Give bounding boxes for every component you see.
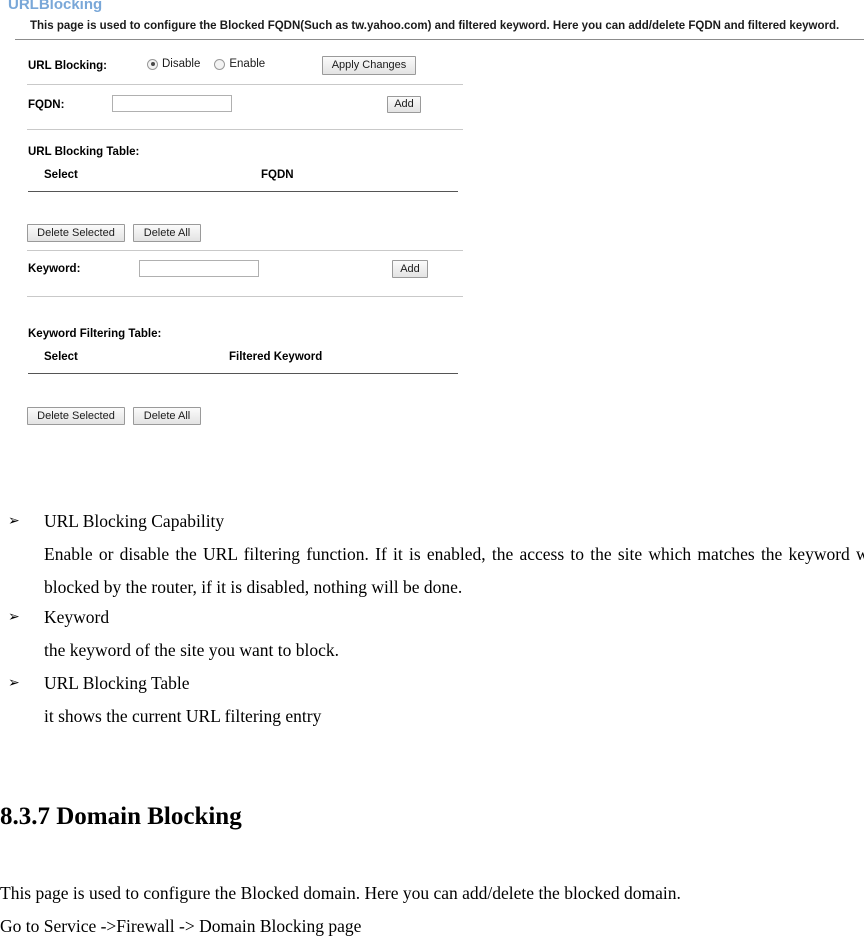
manual-bullet-2-title: Keyword [44, 607, 110, 627]
manual-bullet-2-text: the keyword of the site you want to bloc… [44, 640, 340, 660]
url-blocking-radio-group: Disable Enable [147, 58, 265, 70]
manual-bullet-3-title: URL Blocking Table [44, 673, 190, 693]
url-table-delete-selected-button[interactable]: Delete Selected [27, 224, 125, 242]
url-table-column-fqdn: FQDN [261, 169, 294, 181]
keyword-table-header-rule [28, 373, 458, 374]
radio-option-enable[interactable]: Enable [214, 58, 265, 70]
keyword-input[interactable] [139, 260, 259, 277]
url-blocking-table-caption: URL Blocking Table: [28, 146, 140, 158]
arrow-bullet-icon: ➢ [8, 675, 20, 691]
radio-label-enable: Enable [229, 58, 266, 70]
add-keyword-button[interactable]: Add [392, 260, 428, 278]
keyword-filtering-table-caption: Keyword Filtering Table: [28, 328, 162, 340]
closing-paragraph: This page is used to configure the Block… [0, 877, 858, 943]
page-title: URLBlocking [8, 0, 103, 13]
router-config-panel: URLBlocking This page is used to configu… [0, 0, 864, 470]
fqdn-label: FQDN: [28, 99, 65, 111]
keyword-table-delete-selected-button[interactable]: Delete Selected [27, 407, 125, 425]
radio-label-disable: Disable [162, 58, 201, 70]
keyword-label: Keyword: [28, 263, 81, 275]
fqdn-row-divider [27, 129, 463, 130]
manual-bullet-1: ➢ URL Blocking Capability Enable or disa… [0, 505, 864, 604]
arrow-bullet-icon: ➢ [8, 609, 20, 625]
section-heading: 8.3.7 Domain Blocking [0, 803, 242, 830]
manual-bullet-3: ➢ URL Blocking Table it shows the curren… [0, 667, 864, 733]
closing-line-2: Go to Service ->Firewall -> Domain Block… [0, 916, 362, 936]
manual-bullet-3-text: it shows the current URL filtering entry [44, 706, 322, 726]
radio-dot-disable-icon[interactable] [147, 58, 158, 70]
keyword-row-divider [27, 296, 463, 297]
radio-option-disable[interactable]: Disable [147, 58, 200, 70]
manual-bullet-1-text: Enable or disable the URL filtering func… [44, 544, 864, 597]
apply-changes-button[interactable]: Apply Changes [322, 56, 416, 75]
url-table-column-select: Select [44, 169, 78, 181]
manual-bullet-1-title: URL Blocking Capability [44, 511, 225, 531]
arrow-bullet-icon: ➢ [8, 513, 20, 529]
keyword-table-column-filtered-keyword: Filtered Keyword [229, 351, 323, 363]
url-blocking-row-divider [27, 84, 463, 85]
keyword-table-delete-all-button[interactable]: Delete All [133, 407, 201, 425]
url-table-header-rule [28, 191, 458, 192]
keyword-table-column-select: Select [44, 351, 78, 363]
fqdn-input[interactable] [112, 95, 232, 112]
header-divider [15, 39, 864, 40]
add-fqdn-button[interactable]: Add [387, 96, 421, 113]
radio-dot-enable-icon[interactable] [214, 58, 226, 70]
page-description: This page is used to configure the Block… [30, 20, 840, 32]
closing-line-1: This page is used to configure the Block… [0, 883, 681, 903]
url-blocking-label: URL Blocking: [28, 60, 108, 72]
manual-bullet-2: ➢ Keyword the keyword of the site you wa… [0, 601, 864, 667]
url-table-actions-divider [27, 250, 463, 251]
url-table-delete-all-button[interactable]: Delete All [133, 224, 201, 242]
